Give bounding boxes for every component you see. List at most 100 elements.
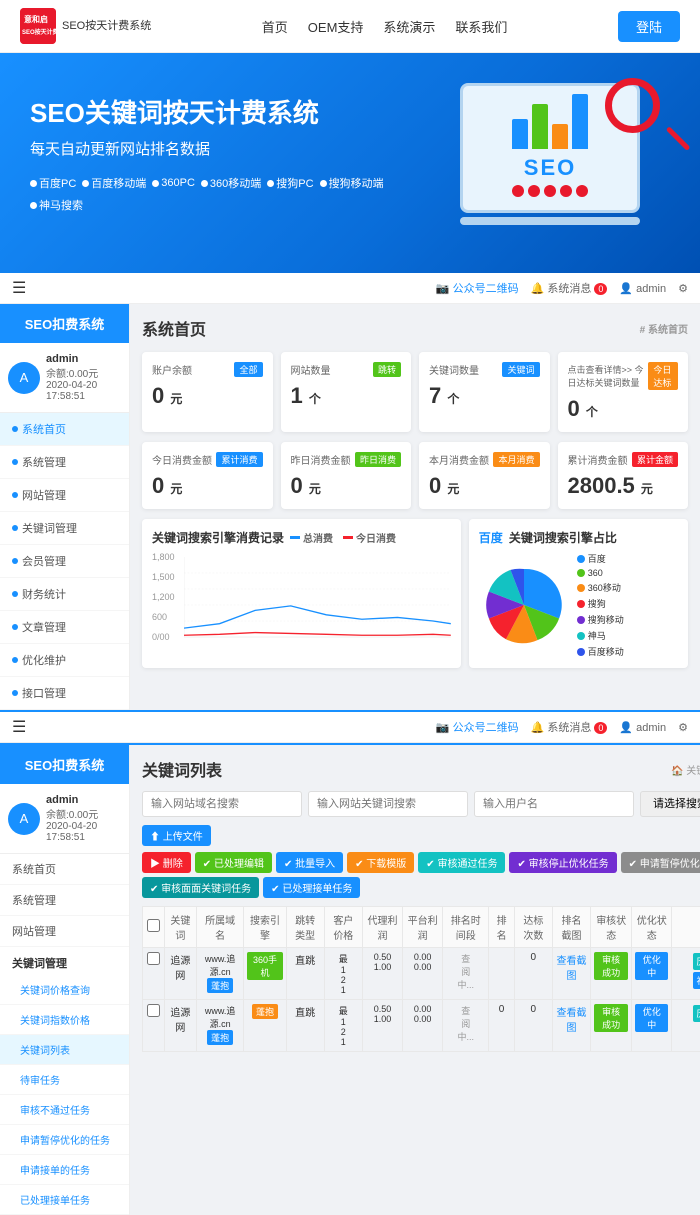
row1-check[interactable] <box>147 952 160 965</box>
sidebar-item-article[interactable]: 文章管理 <box>0 611 129 644</box>
search-row: 请选择搜索引擎 百度PC 百度移动端 360PC 360移动端 🔍 <box>142 791 700 817</box>
row2-agent-profit: 0.501.00 <box>362 1000 402 1052</box>
sidebar2-header: SEO扣费系统 <box>0 745 129 784</box>
hamburger-icon[interactable]: ☰ <box>12 278 26 298</box>
row1-rank <box>489 948 514 1000</box>
keyword-table: 关键词 所属域名 搜索引擎 跳转类型 客户价格 代理利润 平台利润 排名时间段 … <box>142 906 700 1052</box>
breadcrumb1: # 系统首页 <box>640 321 688 336</box>
stat-month-cost: 本月消费金额本月消费 0 元 <box>419 442 550 509</box>
row1-ops: 历史排名 排序名 补排任务 优化中 <box>672 948 700 1000</box>
pie-chart-svg <box>479 560 569 650</box>
sidebar2-kw-section: 关键词管理 <box>0 947 129 975</box>
settings-icon[interactable]: ⚙ <box>678 282 688 295</box>
tag-360-pc: 360PC <box>152 175 195 191</box>
nav-oem[interactable]: OEM支持 <box>308 17 364 36</box>
row2-screenshot[interactable]: 查看截图 <box>552 1000 590 1052</box>
sidebar-item-system[interactable]: 系统管理 <box>0 446 129 479</box>
line-chart-title: 关键词搜索引擎消费记录 总消费 今日消费 <box>152 529 451 546</box>
sidebar2-audit-fail[interactable]: 审核不通过任务 <box>0 1095 129 1125</box>
row2-keyword: 追源网 <box>165 1000 197 1052</box>
pie-legend: 百度 360 360移动 搜狗 搜狗移动 神马 百度移动 <box>577 552 624 658</box>
select-all[interactable] <box>147 919 160 932</box>
hero-subtitle: 每天自动更新网站排名数据 <box>30 138 410 159</box>
keyword-search-input[interactable] <box>308 791 468 817</box>
sidebar2-apply-task[interactable]: 申请接单的任务 <box>0 1155 129 1185</box>
hero-tags: 百度PC 百度移动端 360PC 360移动端 搜狗PC 搜狗移动端 神马搜索 <box>30 175 410 213</box>
apply-pause-btn[interactable]: ✔ 申请暂停优化任务 <box>621 852 700 873</box>
processed-order-btn[interactable]: ✔ 已处理接单任务 <box>263 877 360 898</box>
pie-chart-container: 百度 360 360移动 搜狗 搜狗移动 神马 百度移动 <box>479 552 678 658</box>
qrcode-link[interactable]: 📷 公众号二维码 <box>436 280 519 296</box>
sidebar-item-home[interactable]: 系统首页 <box>0 413 129 446</box>
row2-check[interactable] <box>147 1004 160 1017</box>
table-row: 追源网 www.追源.cn蓬抱 蓬抱 直跳 最121 0.501.00 0.00… <box>143 1000 700 1052</box>
nav-contact[interactable]: 联系我们 <box>455 17 507 36</box>
sidebar-item-api[interactable]: 接口管理 <box>0 677 129 710</box>
sidebar2-kw-price[interactable]: 关键词价格查询 <box>0 975 129 1005</box>
sidebar-item-website[interactable]: 网站管理 <box>0 479 129 512</box>
engine-select[interactable]: 请选择搜索引擎 百度PC 百度移动端 360PC 360移动端 <box>640 791 700 817</box>
row1-jump: 直跳 <box>286 948 324 1000</box>
username-search-input[interactable] <box>474 791 634 817</box>
row1-screenshot[interactable]: 查看截图 <box>552 948 590 1000</box>
nav-demo[interactable]: 系统演示 <box>383 17 435 36</box>
user-avatar2: A <box>8 803 40 835</box>
sidebar2-processed-task[interactable]: 已处理接单任务 <box>0 1185 129 1215</box>
row1-reach: 0 <box>514 948 552 1000</box>
hero-content: SEO关键词按天计费系统 每天自动更新网站排名数据 百度PC 百度移动端 360… <box>30 93 410 213</box>
col-platform-profit: 平台利润 <box>403 907 443 948</box>
sidebar-panel: SEO扣费系统 A admin 余额:0.00元 2020-04-20 17:5… <box>0 304 700 710</box>
row2-platform-profit: 0.000.00 <box>403 1000 443 1052</box>
sidebar2-kw-index[interactable]: 关键词指数价格 <box>0 1005 129 1035</box>
table-row: 追源网 www.追源.cn蓬抱 360手机 直跳 最121 0.501.00 0… <box>143 948 700 1000</box>
col-client-price: 客户价格 <box>324 907 362 948</box>
sidebar-item-keyword[interactable]: 关键词管理 <box>0 512 129 545</box>
line-chart-card: 关键词搜索引擎消费记录 总消费 今日消费 1,800 1,500 1,200 6… <box>142 519 461 668</box>
delete-btn[interactable]: ▶ 删除 <box>142 852 191 873</box>
sidebar-item-finance[interactable]: 财务统计 <box>0 578 129 611</box>
hero-title: SEO关键词按天计费系统 <box>30 93 410 130</box>
row2-rank: 0 <box>489 1000 514 1052</box>
audit-page-kw-btn[interactable]: ✔ 审核面面关键词任务 <box>142 877 259 898</box>
row2-audit: 审核成功 <box>591 1000 632 1052</box>
tag-sougou-pc: 搜狗PC <box>267 175 313 191</box>
sidebar2-home[interactable]: 系统首页 <box>0 854 129 885</box>
sidebar2-system[interactable]: 系统管理 <box>0 885 129 916</box>
qrcode-link2[interactable]: 📷 公众号二维码 <box>436 719 519 735</box>
sidebar2-pending-audit[interactable]: 待审任务 <box>0 1065 129 1095</box>
row2-jump: 直跳 <box>286 1000 324 1052</box>
op-rerank1[interactable]: 补排任务 <box>693 972 700 989</box>
dash2-topbar-right: 📷 公众号二维码 🔔 系统消息 0 👤 admin ⚙ <box>436 719 688 735</box>
col-agent-profit: 代理利润 <box>362 907 402 948</box>
sidebar-item-member[interactable]: 会员管理 <box>0 545 129 578</box>
logo-icon: 意和启 SEO按天计费 <box>20 8 56 44</box>
stat-cards-row1: 账户余额全部 0 元 网站数量跳转 1 个 关键词数量关键词 7 个 点击查看详… <box>142 352 688 432</box>
batch-import-btn[interactable]: ✔ 批量导入 <box>276 852 343 873</box>
op-history-rank1[interactable]: 历史排名 <box>693 953 700 970</box>
audit-pass-btn[interactable]: ✔ 审核通过任务 <box>418 852 505 873</box>
system-message2[interactable]: 🔔 系统消息 0 <box>531 719 608 735</box>
processed-edit-btn[interactable]: ✔ 已处理编辑 <box>195 852 272 873</box>
col-optimize: 优化状态 <box>632 907 672 948</box>
upload-file-btn[interactable]: ⬆ 上传文件 <box>142 825 211 846</box>
row1-audit: 审核成功 <box>591 948 632 1000</box>
sidebar2-kw-list[interactable]: 关键词列表 <box>0 1035 129 1065</box>
sidebar2-pause-request[interactable]: 申请暂停优化的任务 <box>0 1125 129 1155</box>
system-message[interactable]: 🔔 系统消息 0 <box>531 280 608 296</box>
download-template-btn[interactable]: ✔ 下载模版 <box>347 852 414 873</box>
login-button[interactable]: 登陆 <box>618 11 680 42</box>
op-history-rank2[interactable]: 历史排名 <box>693 1005 700 1022</box>
nav-home[interactable]: 首页 <box>262 17 288 36</box>
settings-icon2[interactable]: ⚙ <box>678 721 688 734</box>
stat-websites: 网站数量跳转 1 个 <box>281 352 412 432</box>
charts-row: 关键词搜索引擎消费记录 总消费 今日消费 1,800 1,500 1,200 6… <box>142 519 688 668</box>
hamburger-icon2[interactable]: ☰ <box>12 717 26 737</box>
audit-stop-btn[interactable]: ✔ 审核停止优化任务 <box>509 852 616 873</box>
sidebar1: SEO扣费系统 A admin 余额:0.00元 2020-04-20 17:5… <box>0 304 130 710</box>
sidebar-item-optimize[interactable]: 优化维护 <box>0 644 129 677</box>
hero-section: SEO关键词按天计费系统 每天自动更新网站排名数据 百度PC 百度移动端 360… <box>0 53 700 273</box>
seo-label: SEO <box>524 155 576 181</box>
domain-search-input[interactable] <box>142 791 302 817</box>
sidebar2-website[interactable]: 网站管理 <box>0 916 129 947</box>
svg-text:意和启: 意和启 <box>24 14 48 24</box>
